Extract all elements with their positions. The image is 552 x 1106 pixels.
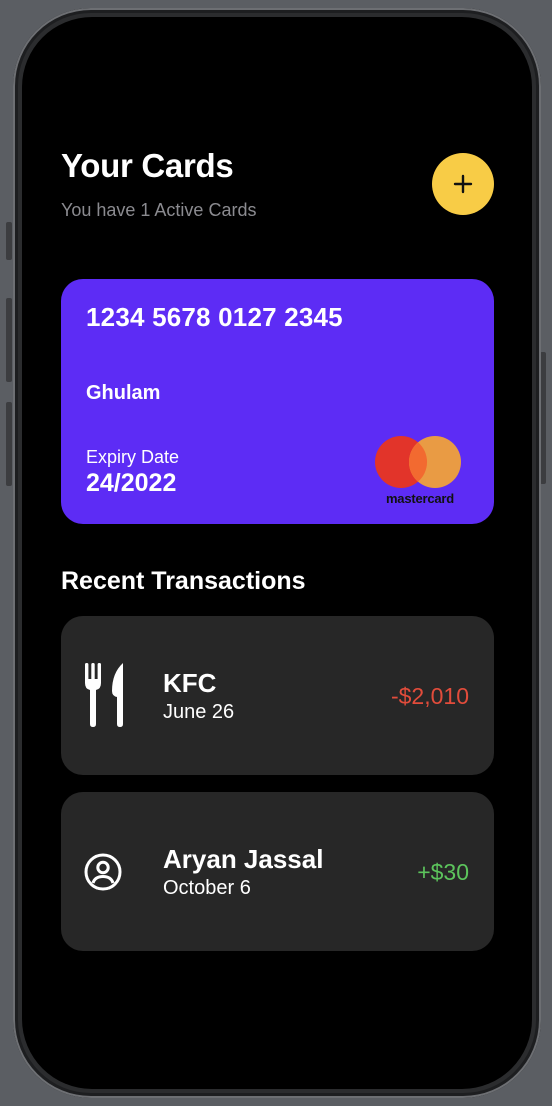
volume-up-button	[6, 298, 12, 382]
recent-transactions-title: Recent Transactions	[61, 567, 306, 595]
transaction-date: October 6	[163, 877, 251, 899]
mastercard-circles-icon	[375, 436, 461, 488]
fork-knife-icon	[85, 663, 123, 727]
page-title: Your Cards	[61, 147, 234, 184]
transaction-item-kfc[interactable]: KFC June 26 -$2,010	[61, 616, 494, 775]
transaction-date: June 26	[163, 701, 235, 723]
add-card-button[interactable]	[432, 153, 494, 215]
expiry-label: Expiry Date	[86, 447, 180, 467]
transaction-amount: +$30	[417, 859, 469, 885]
phone-screen: Your Cards You have 1 Active Cards 1234 …	[22, 17, 532, 1089]
card-number: 1234 5678 0127 2345	[86, 302, 343, 332]
plus-icon	[453, 174, 473, 194]
user-circle-icon	[84, 853, 122, 891]
credit-card[interactable]: 1234 5678 0127 2345 Ghulam Expiry Date 2…	[61, 279, 494, 524]
card-holder-name: Ghulam	[86, 382, 161, 404]
volume-down-button	[6, 402, 12, 486]
mastercard-wordmark: mastercard	[385, 491, 455, 506]
side-button	[6, 222, 12, 260]
transaction-name: KFC	[163, 668, 217, 698]
expiry-value: 24/2022	[86, 469, 177, 497]
mastercard-logo: mastercard	[375, 435, 465, 507]
transaction-name: Aryan Jassal	[163, 844, 324, 874]
phone-frame: Your Cards You have 1 Active Cards 1234 …	[13, 8, 541, 1098]
transaction-amount: -$2,010	[390, 683, 469, 709]
transaction-item-aryan-jassal[interactable]: Aryan Jassal October 6 +$30	[61, 792, 494, 951]
page-subtitle: You have 1 Active Cards	[61, 200, 257, 220]
